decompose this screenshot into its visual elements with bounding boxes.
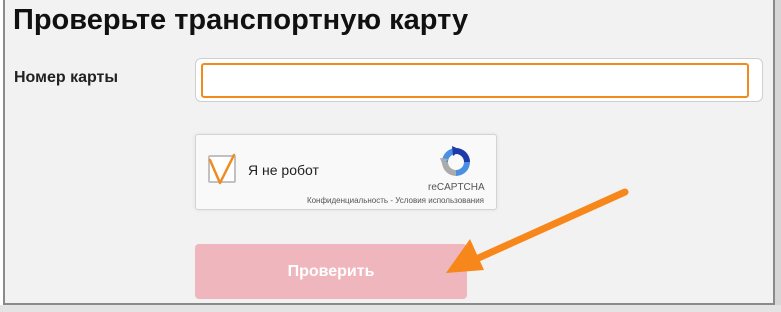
recaptcha-widget: Я не робот reCAPTCHA Конфиденциальность … [195, 134, 497, 210]
recaptcha-links: Конфиденциальность - Условия использован… [307, 196, 484, 205]
card-number-input[interactable] [201, 63, 749, 98]
recaptcha-logo-icon [440, 146, 470, 176]
checkmark-icon [208, 153, 236, 185]
terms-link[interactable]: Условия использования [395, 196, 484, 205]
recaptcha-label: Я не робот [248, 162, 319, 178]
submit-button[interactable]: Проверить [195, 244, 467, 299]
privacy-link[interactable]: Конфиденциальность [307, 196, 388, 205]
window-edge-right [775, 0, 781, 312]
card-number-label: Номер карты [14, 69, 119, 86]
window-edge-bottom [0, 305, 781, 312]
recaptcha-brand: reCAPTCHA [428, 182, 485, 193]
recaptcha-checkbox[interactable] [208, 153, 236, 185]
page-title: Проверьте транспортную карту [13, 4, 469, 36]
